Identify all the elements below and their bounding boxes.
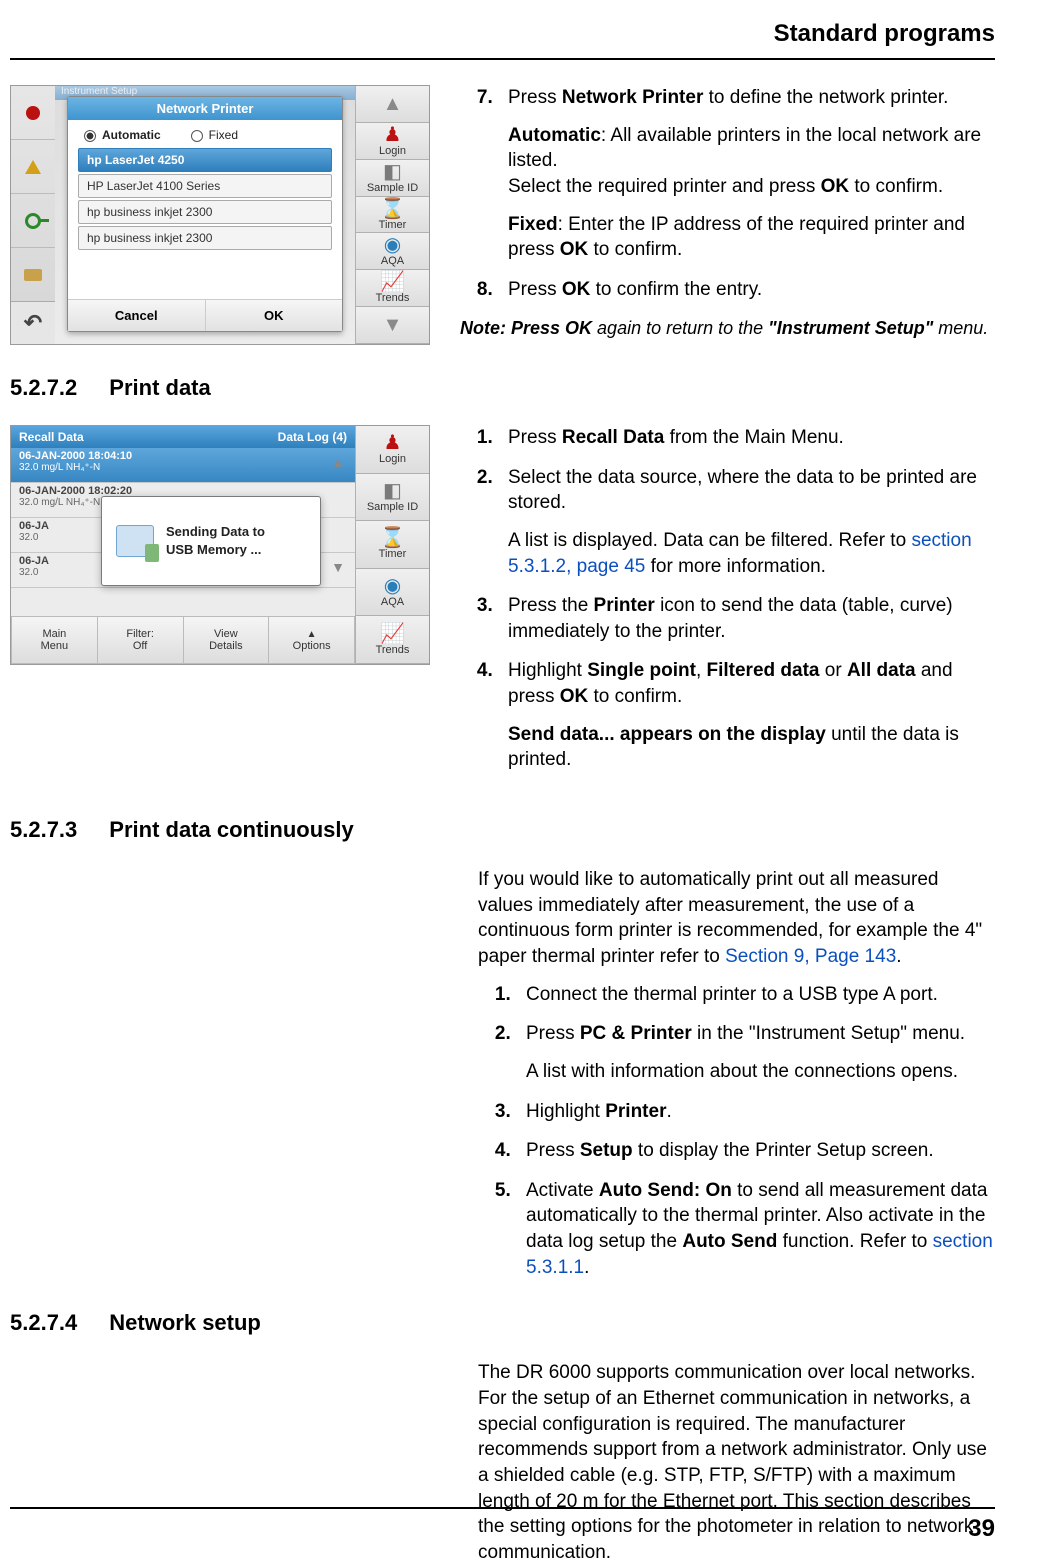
fig1-right-rail: ▲ ♟Login ◧Sample ID ⌛Timer ◉AQA 📈Trends … (355, 86, 429, 344)
fig1-left-rail (11, 86, 55, 302)
running-head: Standard programs (10, 20, 995, 58)
s5272-step4: Highlight Single point, Filtered data or… (498, 658, 995, 773)
fig1-sampleid-btn: ◧Sample ID (355, 160, 429, 197)
down-arrow-icon: ▼ (331, 559, 345, 575)
s5274-para: The DR 6000 supports communication over … (478, 1360, 995, 1565)
figure-recall-data: Recall Data Data Log (4) 06-JAN-2000 18:… (10, 425, 430, 665)
fig2-options-btn: ▲Options (269, 616, 355, 664)
heading-5274-title: Network setup (109, 1310, 261, 1336)
fig1-radio-fixed: Fixed (191, 128, 238, 142)
usb-send-icon (116, 525, 154, 557)
fig1-cancel-btn: Cancel (68, 300, 206, 331)
row-network-printer: ↶ Instrument Setup ▲ ♟Login ◧Sample ID ⌛… (10, 85, 995, 345)
fig1-trends-btn: 📈Trends (355, 270, 429, 307)
s5273-step1: Connect the thermal printer to a USB typ… (516, 982, 995, 1008)
fig1-ok-btn: OK (206, 300, 343, 331)
text-5273: If you would like to automatically print… (478, 867, 995, 1280)
steps-5273: Connect the thermal printer to a USB typ… (478, 982, 995, 1281)
s5273-step5: Activate Auto Send: On to send all measu… (516, 1178, 995, 1281)
fig1-up-arrow: ▲ (355, 86, 429, 123)
figure-network-printer: ↶ Instrument Setup ▲ ♟Login ◧Sample ID ⌛… (10, 85, 430, 345)
s5272-step2: Select the data source, where the data t… (498, 465, 995, 580)
s5272-step1: Press Recall Data from the Main Menu. (498, 425, 995, 451)
fig1-screenshot: ↶ Instrument Setup ▲ ♟Login ◧Sample ID ⌛… (10, 85, 430, 345)
steps-7-8: Press Network Printer to define the netw… (460, 85, 995, 302)
up-arrow-icon: ▲ (331, 454, 345, 470)
s5272-step3: Press the Printer icon to send the data … (498, 593, 995, 644)
fig2-header-left: Recall Data (19, 430, 84, 444)
fig1-dialog: Network Printer Automatic Fixed hp Laser… (67, 96, 343, 332)
fig1-radio-row: Automatic Fixed (68, 120, 342, 148)
fig1-timer-btn: ⌛Timer (355, 197, 429, 234)
fig2-aqa-btn: ◉AQA (355, 569, 429, 617)
fig2-view-btn: ViewDetails (184, 616, 270, 664)
fig1-printer-3: hp business inkjet 2300 (78, 226, 332, 250)
fig1-printer-2: hp business inkjet 2300 (78, 200, 332, 224)
heading-5272: 5.2.7.2 Print data (10, 375, 995, 401)
s5273-intro: If you would like to automatically print… (478, 867, 995, 970)
fig1-printer-0: hp LaserJet 4250 (78, 148, 332, 172)
heading-5273: 5.2.7.3 Print data continuously (10, 817, 995, 843)
icon-person (11, 86, 55, 140)
fig2-timer-btn: ⌛Timer (355, 521, 429, 569)
fig2-sending-dialog: Sending Data to USB Memory ... (101, 496, 321, 586)
text-5272: Press Recall Data from the Main Menu. Se… (460, 425, 995, 787)
heading-5272-title: Print data (109, 375, 210, 401)
heading-5274-num: 5.2.7.4 (10, 1310, 77, 1336)
fig2-main-menu-btn: MainMenu (11, 616, 98, 664)
s5273-step3: Highlight Printer. (516, 1099, 995, 1125)
fig2-screenshot: Recall Data Data Log (4) 06-JAN-2000 18:… (10, 425, 430, 665)
step-7: Press Network Printer to define the netw… (498, 85, 995, 263)
heading-5273-num: 5.2.7.3 (10, 817, 77, 843)
note-instrument-setup: Note: Press OK again to return to the "I… (460, 316, 995, 340)
step-8: Press OK to confirm the entry. (498, 277, 995, 303)
fig1-down-arrow: ▼ (355, 307, 429, 344)
fig2-right-rail: ♟Login ◧Sample ID ⌛Timer ◉AQA 📈Trends (355, 426, 429, 664)
link-section9: Section 9, Page 143 (725, 946, 896, 967)
page-number: 39 (968, 1515, 995, 1543)
heading-5273-title: Print data continuously (109, 817, 353, 843)
text-5274: The DR 6000 supports communication over … (478, 1360, 995, 1565)
fig1-aqa-btn: ◉AQA (355, 233, 429, 270)
heading-5272-num: 5.2.7.2 (10, 375, 77, 401)
icon-star (11, 140, 55, 194)
page: Standard programs ↶ Instrument Setup ▲ ♟… (0, 0, 1050, 1561)
text-5271: Press Network Printer to define the netw… (460, 85, 995, 341)
s5273-step4: Press Setup to display the Printer Setup… (516, 1138, 995, 1164)
icon-key (11, 194, 55, 248)
fig2-sending-text: Sending Data to USB Memory ... (166, 523, 265, 559)
fig2-filter-btn: Filter:Off (98, 616, 184, 664)
icon-return: ↶ (11, 301, 55, 344)
icon-folder (11, 248, 55, 302)
fig1-printer-list: hp LaserJet 4250 HP LaserJet 4100 Series… (78, 148, 332, 293)
fig1-login-btn: ♟Login (355, 123, 429, 160)
fig2-login-btn: ♟Login (355, 426, 429, 474)
steps-5272: Press Recall Data from the Main Menu. Se… (460, 425, 995, 773)
fig2-row-0: 06-JAN-2000 18:04:10 32.0 mg/L NH₄⁺-N ▲ (11, 448, 355, 483)
fig2-trends-btn: 📈Trends (355, 616, 429, 664)
fig1-printer-1: HP LaserJet 4100 Series (78, 174, 332, 198)
fig2-bottom-bar: MainMenu Filter:Off ViewDetails ▲Options (11, 616, 355, 664)
fig2-sampleid-btn: ◧Sample ID (355, 474, 429, 522)
row-print-data: Recall Data Data Log (4) 06-JAN-2000 18:… (10, 425, 995, 787)
fig1-dialog-buttons: Cancel OK (68, 299, 342, 331)
fig2-header: Recall Data Data Log (4) (11, 426, 355, 448)
foot-rule (10, 1507, 995, 1509)
heading-5274: 5.2.7.4 Network setup (10, 1310, 995, 1336)
fig1-radio-automatic: Automatic (84, 128, 161, 142)
fig2-header-right: Data Log (4) (278, 430, 347, 444)
s5273-step2: Press PC & Printer in the "Instrument Se… (516, 1021, 995, 1084)
head-rule (10, 58, 995, 60)
fig1-dialog-title: Network Printer (68, 97, 342, 120)
